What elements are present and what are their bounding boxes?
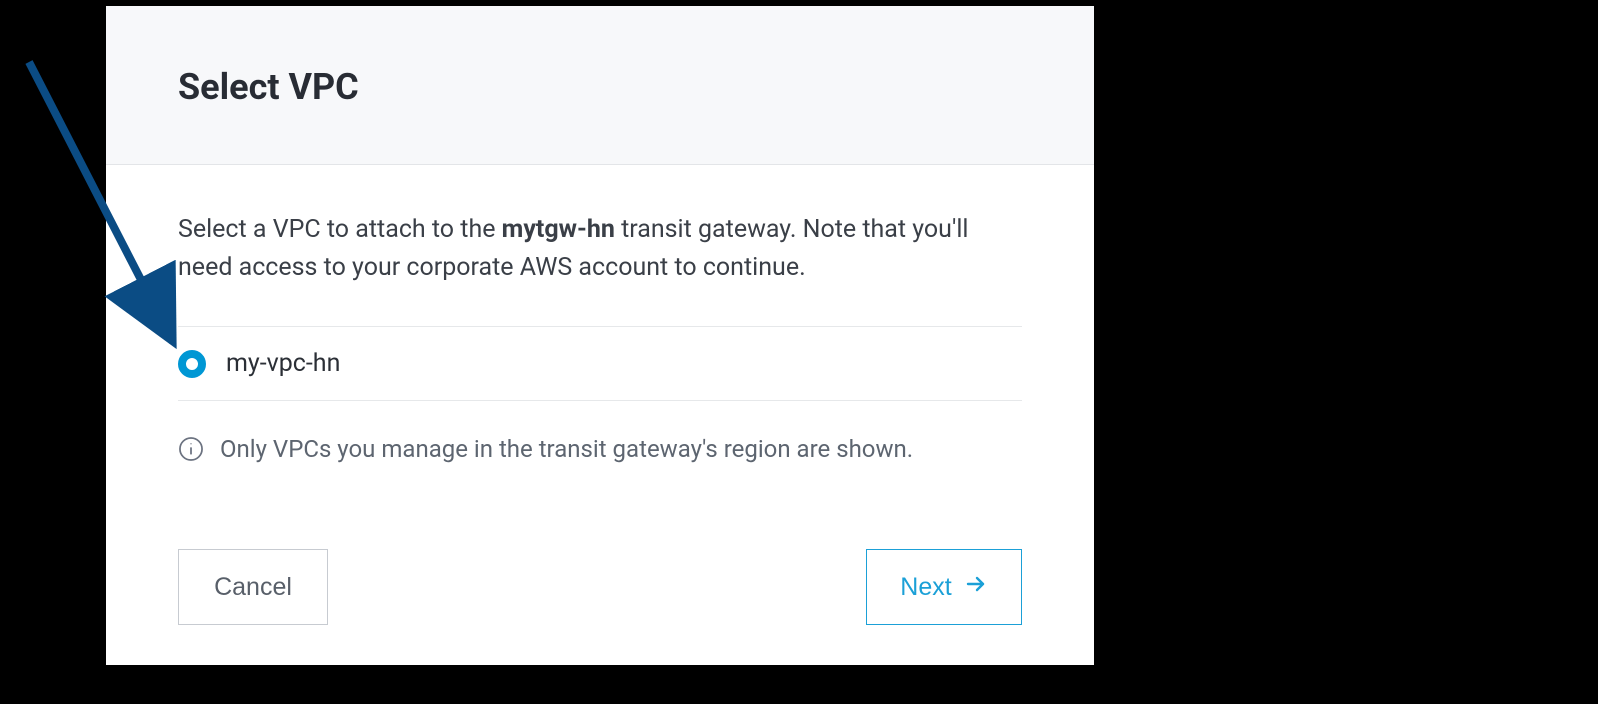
dialog-title: Select VPC <box>178 66 1022 108</box>
cancel-button-label: Cancel <box>214 573 292 602</box>
dialog-description: Select a VPC to attach to the mytgw-hn t… <box>178 211 1022 286</box>
info-row: Only VPCs you manage in the transit gate… <box>178 435 1022 463</box>
arrow-right-icon <box>964 572 988 603</box>
vpc-option-row[interactable]: my-vpc-hn <box>178 327 1022 400</box>
radio-selected-icon <box>178 350 206 378</box>
vpc-option-label: my-vpc-hn <box>226 349 340 378</box>
dialog-header: Select VPC <box>106 6 1094 165</box>
info-icon <box>178 436 204 462</box>
dialog-footer: Cancel Next <box>106 549 1094 665</box>
description-pre: Select a VPC to attach to the <box>178 215 502 244</box>
info-text: Only VPCs you manage in the transit gate… <box>220 435 913 463</box>
vpc-option-list: my-vpc-hn <box>178 326 1022 401</box>
dialog-body: Select a VPC to attach to the mytgw-hn t… <box>106 165 1094 503</box>
next-button-label: Next <box>900 573 951 602</box>
next-button[interactable]: Next <box>866 549 1022 625</box>
cancel-button[interactable]: Cancel <box>178 549 328 625</box>
select-vpc-dialog: Select VPC Select a VPC to attach to the… <box>106 6 1094 665</box>
tgw-name: mytgw-hn <box>502 215 615 244</box>
